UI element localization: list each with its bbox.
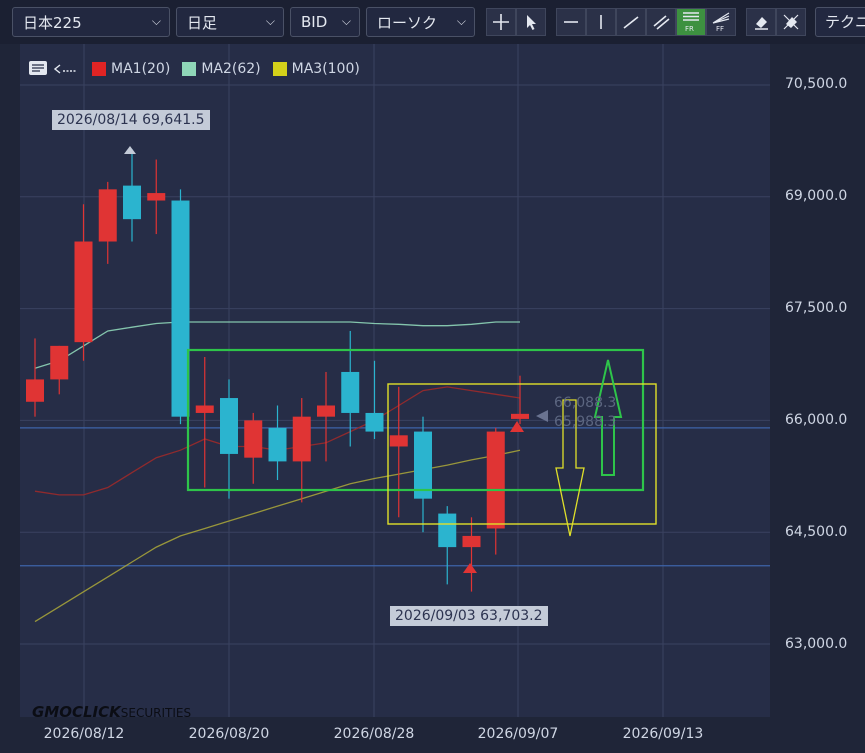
candle-body xyxy=(26,379,44,402)
candle-body xyxy=(195,405,214,413)
y-tick-label: 64,500.0 xyxy=(785,524,848,540)
x-tick-label: 2026/09/07 xyxy=(477,726,559,742)
y-tick-label: 67,500.0 xyxy=(785,300,848,316)
current-price-label-2: 65,988.3 xyxy=(554,414,617,430)
candle-body xyxy=(486,431,505,529)
high-price-tooltip: 2026/08/14 69,641.5 xyxy=(52,110,210,130)
candle-body xyxy=(50,345,69,380)
low-marker-triangle xyxy=(463,563,477,573)
legend-collapse-icon[interactable] xyxy=(54,62,78,76)
legend-ma1: MA1(20) xyxy=(92,61,170,77)
y-tick-label: 63,000.0 xyxy=(785,636,848,652)
candle-body xyxy=(317,405,335,417)
ma2-swatch xyxy=(182,62,197,76)
candle-body xyxy=(292,416,311,462)
y-tick-label: 69,000.0 xyxy=(785,188,848,204)
candle-body xyxy=(244,420,263,458)
x-tick-label: 2026/08/28 xyxy=(333,726,415,742)
candle-body xyxy=(365,412,384,432)
legend-ma3-label: MA3(100) xyxy=(291,61,360,77)
x-tick-label: 2026/09/13 xyxy=(622,726,704,742)
ma2-line xyxy=(34,321,520,369)
logo-text: GMOCLICK xyxy=(32,703,121,721)
candle-body xyxy=(414,431,432,499)
y-tick-label: 70,500.0 xyxy=(785,76,848,92)
tooltip-pointer xyxy=(124,146,136,154)
candle-body xyxy=(268,427,287,462)
candle-body xyxy=(171,200,190,417)
candle-body xyxy=(220,398,238,454)
legend-ma2: MA2(62) xyxy=(182,61,261,77)
signal-marker-triangle xyxy=(510,421,524,432)
logo-subtext: SECURITIES xyxy=(120,706,192,720)
y-tick-label: 66,000.0 xyxy=(785,412,848,428)
candle-body xyxy=(438,513,457,548)
legend-ma3: MA3(100) xyxy=(272,61,360,77)
legend-ma2-label: MA2(62) xyxy=(201,61,261,77)
candle-body xyxy=(147,193,166,201)
broker-logo: GMOCLICKSECURITIES xyxy=(32,703,191,721)
low-price-tooltip: 2026/09/03 63,703.2 xyxy=(390,606,548,626)
legend-ma1-label: MA1(20) xyxy=(111,61,171,77)
current-price-label: 66,088.3 xyxy=(554,395,617,411)
candle-body xyxy=(341,371,360,413)
candle-body xyxy=(123,185,141,220)
candle-body xyxy=(389,435,408,447)
ma1-swatch xyxy=(92,62,106,76)
candle-body xyxy=(98,189,117,242)
legend-menu-icon[interactable] xyxy=(28,60,48,78)
legend: MA1(20) MA2(62) MA3(100) xyxy=(28,58,372,80)
x-tick-label: 2026/08/20 xyxy=(188,726,270,742)
candle-body xyxy=(511,413,529,419)
candle-body xyxy=(74,241,93,343)
ma3-swatch xyxy=(272,62,287,76)
candle-body xyxy=(462,535,481,548)
x-tick-label: 2026/08/12 xyxy=(43,726,125,742)
